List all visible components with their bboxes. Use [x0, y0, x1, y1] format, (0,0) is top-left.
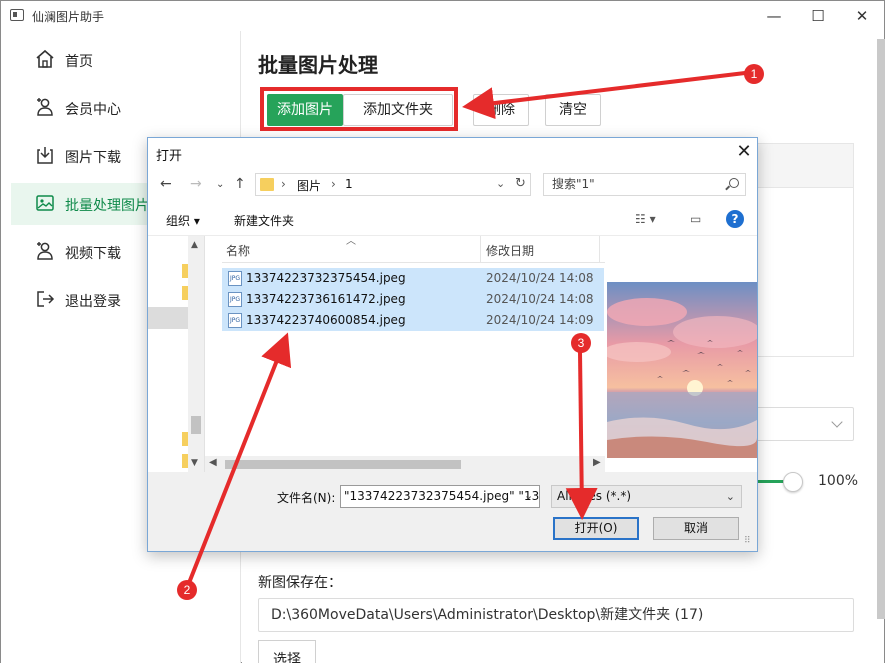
jpeg-file-icon: JPG: [228, 271, 242, 286]
choose-button[interactable]: 选择: [258, 640, 316, 663]
search-icon: [729, 178, 739, 188]
command-bar: 组织 ▾ 新建文件夹 ☷ ▾ ▭ ?: [148, 202, 757, 236]
quality-percent: 100%: [818, 473, 859, 489]
file-row[interactable]: JPG 13374223732375454.jpeg 2024/10/24 14…: [222, 268, 604, 289]
column-name[interactable]: 名称: [226, 242, 250, 259]
logout-icon: [37, 291, 55, 307]
file-date: 2024/10/24 14:08: [486, 271, 594, 285]
search-placeholder: 搜索"1": [552, 177, 595, 191]
app-icon: [10, 9, 24, 21]
sidebar-item-label: 会员中心: [65, 102, 121, 118]
preview-pane-icon[interactable]: ▭: [690, 212, 701, 226]
filename-input[interactable]: "13374223732375454.jpeg" "13: [340, 485, 540, 508]
up-arrow-icon[interactable]: ↑: [234, 176, 246, 192]
user-plus-icon: [37, 242, 53, 260]
sidebar-item-label: 视频下载: [65, 246, 121, 262]
sidebar-item-label: 首页: [65, 54, 93, 70]
format-select[interactable]: [756, 407, 854, 441]
new-folder-button[interactable]: 新建文件夹: [234, 212, 294, 229]
app-title: 仙澜图片助手: [32, 10, 105, 24]
quality-slider-handle[interactable]: [783, 472, 803, 492]
scrollbar[interactable]: [877, 39, 885, 619]
clear-button[interactable]: 清空: [545, 94, 601, 126]
filename-label: 文件名(N):: [277, 491, 336, 505]
horizontal-scrollbar[interactable]: ◀ ▶: [205, 456, 605, 472]
annotation-badge: 2: [177, 580, 197, 600]
jpeg-file-icon: JPG: [228, 313, 242, 328]
chevron-down-icon[interactable]: ⌄: [496, 177, 505, 190]
image-preview: [607, 282, 757, 458]
refresh-icon[interactable]: ↻: [515, 176, 526, 191]
filetype-value: All Files (*.*): [557, 489, 632, 503]
breadcrumb-folder[interactable]: 1: [345, 177, 353, 191]
annotation-badge: 3: [571, 333, 591, 353]
file-row[interactable]: JPG 13374223740600854.jpeg 2024/10/24 14…: [222, 310, 604, 331]
forward-arrow-icon[interactable]: →: [190, 176, 202, 192]
chevron-down-icon: ⌄: [725, 490, 735, 503]
dialog-close-button[interactable]: ✕: [732, 140, 756, 164]
resize-grip-icon[interactable]: ⠿: [744, 536, 751, 546]
recent-dropdown-icon[interactable]: ⌄: [216, 179, 224, 190]
scroll-down-icon[interactable]: ▼: [191, 458, 198, 468]
search-input[interactable]: 搜索"1": [543, 173, 746, 196]
filetype-select[interactable]: All Files (*.*) ⌄: [551, 485, 742, 508]
save-path-field[interactable]: D:\360MoveData\Users\Administrator\Deskt…: [258, 598, 854, 632]
breadcrumb-pictures[interactable]: 图片: [297, 177, 321, 194]
scroll-thumb[interactable]: [191, 416, 201, 434]
open-button[interactable]: 打开(O): [553, 517, 639, 540]
jpeg-file-icon: JPG: [228, 292, 242, 307]
chevron-down-icon[interactable]: ⌄: [524, 489, 533, 502]
folder-icon: [260, 178, 274, 191]
chevron-right-icon: ›: [281, 177, 286, 191]
sidebar-item-label: 退出登录: [65, 294, 121, 310]
image-icon: [36, 195, 54, 211]
scroll-left-icon[interactable]: ◀: [209, 457, 217, 468]
help-icon[interactable]: ?: [726, 210, 744, 228]
highlight-box: [260, 87, 458, 131]
page-title: 批量图片处理: [258, 53, 378, 77]
file-list-header: ︿ 名称 修改日期: [222, 236, 605, 263]
title-bar: 仙澜图片助手 — ☐ ✕: [1, 1, 884, 31]
file-date: 2024/10/24 14:09: [486, 313, 594, 327]
file-name: 13374223732375454.jpeg: [246, 271, 406, 285]
image-list-panel: [742, 143, 854, 357]
view-options-icon[interactable]: ☷ ▾: [635, 212, 656, 226]
annotation-badge: 1: [744, 64, 764, 84]
sidebar-item-label: 图片下载: [65, 150, 121, 166]
delete-button[interactable]: 删除: [473, 94, 529, 126]
maximize-button[interactable]: ☐: [803, 5, 833, 27]
chevron-right-icon: ›: [331, 177, 336, 191]
scroll-right-icon[interactable]: ▶: [593, 457, 601, 468]
column-divider[interactable]: [480, 236, 481, 262]
download-icon: [37, 147, 53, 164]
nav-pane-selected-item[interactable]: [148, 307, 188, 329]
nav-pane-scrollbar[interactable]: ▲ ▼: [188, 236, 204, 472]
cancel-button[interactable]: 取消: [653, 517, 739, 540]
back-arrow-icon[interactable]: ←: [160, 176, 172, 192]
column-date[interactable]: 修改日期: [486, 242, 534, 259]
open-file-dialog: 打开 ✕ ← → ⌄ ↑ › 图片 › 1 ⌄ ↻ 搜索"1" 组织 ▾ 新建文…: [147, 137, 758, 552]
minimize-button[interactable]: —: [759, 5, 789, 27]
file-name: 13374223740600854.jpeg: [246, 313, 406, 327]
organize-menu[interactable]: 组织 ▾: [166, 212, 200, 229]
sidebar-item-membership[interactable]: 会员中心: [11, 87, 241, 129]
close-button[interactable]: ✕: [847, 5, 877, 27]
home-icon: [36, 49, 54, 68]
file-name: 13374223736161472.jpeg: [246, 292, 406, 306]
sidebar-item-home[interactable]: 首页: [11, 39, 241, 81]
column-divider[interactable]: [599, 236, 600, 262]
scroll-thumb[interactable]: [225, 460, 461, 469]
scroll-up-icon[interactable]: ▲: [191, 240, 198, 250]
sort-ascending-icon: ︿: [346, 236, 356, 247]
dialog-title: 打开: [156, 149, 183, 164]
address-bar[interactable]: › 图片 › 1 ⌄ ↻: [255, 173, 531, 196]
save-location-label: 新图保存在：: [258, 575, 342, 591]
sidebar-item-label: 批量处理图片: [65, 198, 149, 214]
file-row[interactable]: JPG 13374223736161472.jpeg 2024/10/24 14…: [222, 289, 604, 310]
user-plus-icon: [37, 98, 53, 116]
file-date: 2024/10/24 14:08: [486, 292, 594, 306]
dialog-footer: 文件名(N): "13374223732375454.jpeg" "13 ⌄ A…: [148, 472, 757, 551]
